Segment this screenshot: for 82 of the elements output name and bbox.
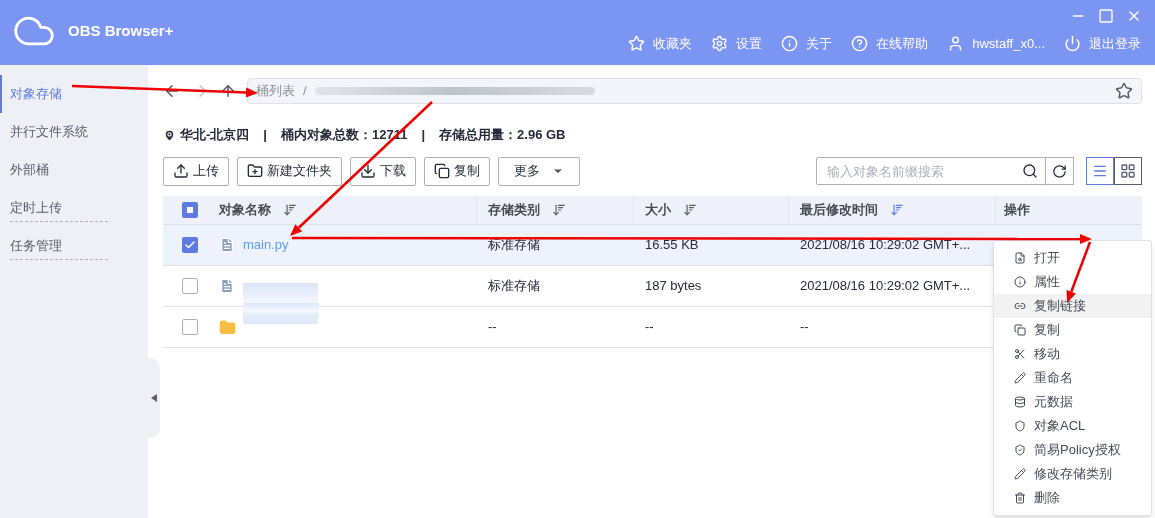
row-checkbox[interactable] xyxy=(182,319,198,335)
sidebar-item[interactable]: 对象存储 xyxy=(0,75,128,113)
table-cell-text: 标准存储 xyxy=(487,277,541,296)
table-cell-text: 2021/08/16 10:29:02 GMT+... xyxy=(799,277,972,296)
column-header[interactable]: 最后修改时间 xyxy=(800,200,878,220)
list-view-toggle[interactable] xyxy=(1086,157,1114,185)
table-cell-text: -- xyxy=(799,318,810,337)
table-cell-text: 16.55 KB xyxy=(644,236,700,255)
menu-item[interactable]: 对象ACL xyxy=(994,414,1151,438)
location-pin-icon xyxy=(163,128,176,142)
menu-item[interactable]: 删除 xyxy=(994,486,1151,510)
power-icon xyxy=(1064,35,1081,53)
grid-icon xyxy=(1120,163,1136,179)
sort-icon[interactable] xyxy=(552,203,566,217)
table-cell-text: -- xyxy=(487,318,498,337)
region-label: 华北-北京四 xyxy=(180,126,250,145)
path-separator: / xyxy=(303,82,307,101)
toolbar-button[interactable]: 下载 xyxy=(350,156,416,186)
refresh-icon xyxy=(1052,163,1067,179)
file-search-icon xyxy=(1014,252,1026,264)
more-dropdown[interactable]: 更多 xyxy=(498,156,580,186)
back-icon[interactable] xyxy=(163,82,181,100)
refresh-button[interactable] xyxy=(1046,157,1074,185)
toolbar-button[interactable]: 上传 xyxy=(163,156,229,186)
copy-icon xyxy=(1014,324,1026,336)
select-all-checkbox[interactable] xyxy=(182,202,198,218)
maximize-icon[interactable] xyxy=(1098,8,1114,24)
info-separator: | xyxy=(263,126,267,145)
app-title: OBS Browser+ xyxy=(68,20,174,41)
info-icon xyxy=(1014,276,1026,288)
caret-left-icon xyxy=(151,394,157,402)
scissors-icon xyxy=(1014,348,1026,360)
shield-icon xyxy=(1014,420,1026,432)
sidebar-item[interactable]: 定时上传 xyxy=(0,189,128,227)
sort-icon[interactable] xyxy=(283,203,297,217)
upload-icon xyxy=(173,163,189,179)
sidebar-item[interactable]: 并行文件系统 xyxy=(0,113,128,151)
row-checkbox[interactable] xyxy=(182,237,198,253)
storage-usage: 存储总用量：2.96 GB xyxy=(439,126,566,145)
toolbar-button[interactable]: 新建文件夹 xyxy=(237,156,342,186)
row-checkbox[interactable] xyxy=(182,278,198,294)
table-cell-text: 2021/08/16 10:29:02 GMT+... xyxy=(799,236,972,255)
sidebar-item[interactable]: 外部桶 xyxy=(0,151,128,189)
file-icon xyxy=(219,278,235,294)
copy-icon xyxy=(434,163,450,179)
menu-item[interactable]: 元数据 xyxy=(994,390,1151,414)
sidebar-item[interactable]: 任务管理 xyxy=(0,227,128,265)
menu-item[interactable]: 重命名 xyxy=(994,366,1151,390)
grid-view-toggle[interactable] xyxy=(1114,157,1142,185)
shield-check-icon xyxy=(1014,444,1026,456)
sort-icon[interactable] xyxy=(890,203,904,217)
file-icon xyxy=(219,237,235,253)
search-field[interactable]: 输入对象名前缀搜索 xyxy=(816,157,1046,185)
star-icon xyxy=(628,35,646,53)
pencil-icon xyxy=(1014,372,1026,384)
table-cell-text: 187 bytes xyxy=(644,277,703,296)
column-header[interactable]: 对象名称 xyxy=(219,200,271,220)
download-icon xyxy=(360,163,376,179)
folder-icon xyxy=(219,318,236,336)
info-icon xyxy=(781,35,799,53)
column-header[interactable]: 存储类别 xyxy=(488,200,540,220)
help-icon xyxy=(851,35,869,53)
menu-item[interactable]: 简易Policy授权 xyxy=(994,438,1151,462)
column-header[interactable]: 操作 xyxy=(1004,200,1030,220)
check-icon xyxy=(184,239,196,251)
star-icon[interactable] xyxy=(1115,82,1133,100)
database-icon xyxy=(1014,396,1026,408)
column-header[interactable]: 大小 xyxy=(645,200,671,220)
menu-item[interactable]: 复制链接 xyxy=(994,294,1151,318)
menu-item[interactable]: 修改存储类别 xyxy=(994,462,1151,486)
table-cell-text: 标准存储 xyxy=(487,236,541,255)
trash-icon xyxy=(1014,492,1026,504)
list-icon xyxy=(1092,163,1108,179)
link-icon xyxy=(1014,300,1026,312)
info-separator: | xyxy=(421,126,426,145)
sort-icon[interactable] xyxy=(683,203,697,217)
folder-plus-icon xyxy=(247,163,263,179)
settings-icon xyxy=(711,35,729,53)
pencil-icon xyxy=(1014,468,1026,480)
search-icon[interactable] xyxy=(1022,163,1038,179)
table-cell-text: -- xyxy=(644,318,655,337)
toolbar-button[interactable]: 复制 xyxy=(424,156,490,186)
